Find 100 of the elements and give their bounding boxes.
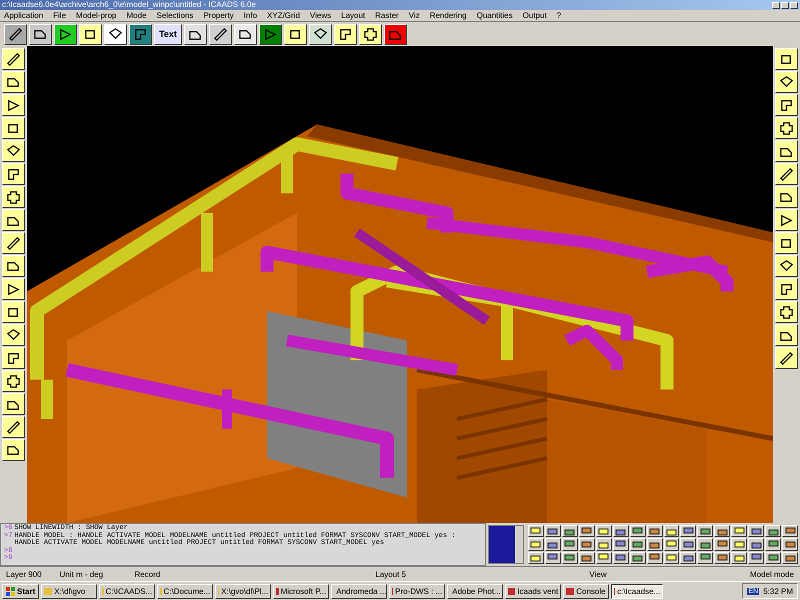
tool-button[interactable] [714,525,730,538]
tool-button[interactable] [612,525,629,538]
taskbar-button[interactable]: C:\ICAADS... [99,584,156,598]
tool-button[interactable] [775,48,798,70]
taskbar-button[interactable]: Console [563,584,610,598]
tool-button[interactable] [775,232,798,254]
tool-button[interactable] [775,209,798,231]
menu-item[interactable]: Quantities [476,11,513,20]
menu-item[interactable]: Selections [156,11,194,20]
tool-button[interactable] [578,538,595,551]
menu-item[interactable]: Viz [408,11,420,20]
tool-button[interactable] [775,255,798,277]
menu-item[interactable]: Raster [375,11,399,20]
tool-button[interactable] [775,278,798,300]
tool-button[interactable] [630,525,646,538]
tool-button[interactable] [2,186,25,208]
tool-button[interactable] [748,525,764,538]
tool-button[interactable] [775,186,798,208]
text-button[interactable]: Text [154,24,182,44]
tool-button[interactable] [4,24,27,44]
tool-button[interactable] [680,525,696,538]
tool-button[interactable] [79,24,102,44]
tool-button[interactable] [2,117,25,139]
tool-button[interactable] [714,538,730,551]
maximize-button[interactable] [781,2,789,8]
tool-button[interactable] [544,552,561,564]
tool-button[interactable] [54,24,77,44]
tool-button[interactable] [680,538,696,551]
tool-button[interactable] [714,552,730,564]
tool-button[interactable] [562,552,578,564]
tool-button[interactable] [775,347,798,369]
tool-button[interactable] [129,24,152,44]
tool-button[interactable] [578,525,595,538]
tool-button[interactable] [596,538,612,551]
tool-button[interactable] [2,255,25,277]
tool-button[interactable] [2,370,25,392]
tool-button[interactable] [775,94,798,116]
tool-button[interactable] [664,538,680,551]
menu-item[interactable]: ? [556,11,562,20]
tool-button[interactable] [782,525,798,538]
tool-button[interactable] [782,538,798,551]
tool-button[interactable] [596,525,612,538]
menu-item[interactable]: XYZ/Grid [267,11,300,20]
tool-button[interactable] [2,324,25,346]
menu-item[interactable]: Rendering [430,11,467,20]
tool-button[interactable] [612,538,629,551]
close-button[interactable] [790,2,798,8]
tool-button[interactable] [29,24,52,44]
taskbar-button[interactable]: C:\Docume... [157,584,214,598]
minimize-button[interactable] [772,2,780,8]
tool-button[interactable] [697,552,714,564]
tool-button[interactable] [630,552,646,564]
menu-item[interactable]: Model-prop [76,11,116,20]
tool-button[interactable] [334,24,357,44]
tool-button[interactable] [2,48,25,70]
tool-button[interactable] [578,552,595,564]
tool-button[interactable] [544,538,561,551]
taskbar-button[interactable]: Pro-DWS : ... [389,584,446,598]
tool-button[interactable] [775,324,798,346]
tool-button[interactable] [612,552,629,564]
tool-button[interactable] [234,24,257,44]
tool-button[interactable] [104,24,127,44]
tool-button[interactable] [544,525,561,538]
tool-button[interactable] [765,552,782,564]
tool-button[interactable] [2,439,25,461]
list-box[interactable] [488,525,524,564]
tool-button[interactable] [259,24,282,44]
tool-button[interactable] [646,538,662,551]
tool-button[interactable] [528,538,544,551]
tool-button[interactable] [775,140,798,162]
tool-button[interactable] [2,140,25,162]
tool-button[interactable] [630,538,646,551]
tool-button[interactable] [664,552,680,564]
tool-button[interactable] [2,278,25,300]
menu-item[interactable]: Mode [126,11,147,20]
tool-button[interactable] [2,94,25,116]
tool-button[interactable] [748,552,764,564]
tool-button[interactable] [731,552,748,564]
tool-button[interactable] [646,552,662,564]
menu-item[interactable]: Output [522,11,547,20]
taskbar-button[interactable]: Andromeda ... [331,584,388,598]
tool-button[interactable] [2,393,25,415]
tool-button[interactable] [2,416,25,438]
tool-button[interactable] [775,301,798,323]
tool-button[interactable] [284,24,307,44]
menu-item[interactable]: File [53,11,66,20]
tool-button[interactable] [309,24,332,44]
tool-button[interactable] [2,163,25,185]
tool-button[interactable] [2,232,25,254]
tool-button[interactable] [209,24,232,44]
tool-button[interactable] [528,552,544,564]
menu-item[interactable]: Application [4,11,44,20]
tool-button[interactable] [2,71,25,93]
tool-button[interactable] [664,525,680,538]
tool-button[interactable] [731,538,748,551]
tool-button[interactable] [775,163,798,185]
tool-button[interactable] [2,301,25,323]
taskbar-button[interactable]: c:\Icaadse... [611,584,664,598]
tool-button[interactable] [748,538,764,551]
taskbar-button[interactable]: X:\gvo\dl\Pl... [215,584,272,598]
